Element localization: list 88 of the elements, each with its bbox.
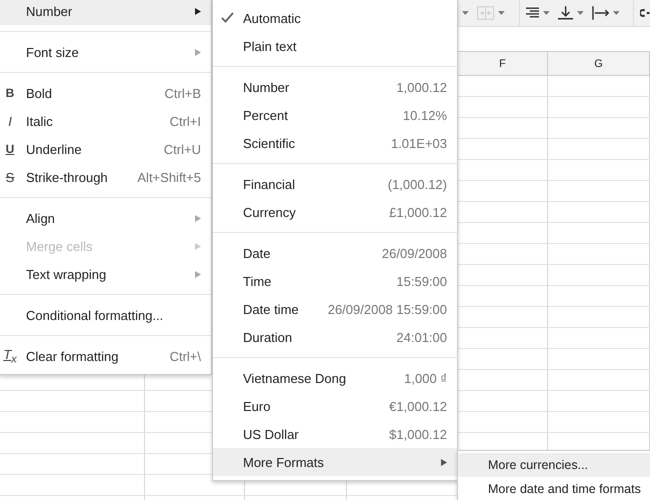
table-cell[interactable] (548, 265, 650, 286)
caret-icon[interactable] (576, 11, 584, 15)
table-cell[interactable] (0, 391, 145, 412)
menu-item[interactable]: Percent 10.12% (213, 101, 457, 129)
menu-item[interactable]: Font size (0, 38, 211, 66)
table-cell[interactable] (548, 181, 650, 202)
toolbar-icon[interactable] (640, 9, 650, 17)
shortcut-text: Ctrl+B (164, 86, 201, 100)
table-cell[interactable] (0, 412, 145, 433)
submenu-arrow-icon (195, 48, 201, 56)
table-cell[interactable] (548, 202, 650, 223)
table-cell[interactable] (548, 139, 650, 160)
table-cell[interactable] (548, 370, 650, 391)
format-example: 26/09/2008 (382, 246, 447, 260)
menu-item[interactable]: Date time 26/09/2008 15:59:00 (213, 295, 457, 323)
menu-item[interactable]: T$_{x}$ Clear formatting Ctrl+\ (0, 342, 211, 370)
format-example: €1,000.12 (389, 398, 447, 414)
table-cell[interactable] (548, 118, 650, 139)
shortcut-text: Ctrl+U (164, 142, 201, 156)
table-cell[interactable] (548, 286, 650, 307)
menu-item[interactable]: Vietnamese Dong 1,000 ₫ (213, 364, 457, 392)
caret-icon[interactable] (462, 11, 469, 15)
menu-item[interactable]: B Bold Ctrl+B (0, 79, 211, 107)
menu-item[interactable]: Number 1,000.12 (213, 73, 457, 101)
column-header[interactable]: G (548, 52, 650, 75)
menu-item[interactable]: Currency £1,000.12 (213, 198, 457, 226)
format-example: £1,000.12 (389, 204, 447, 220)
table-cell[interactable] (548, 391, 650, 412)
menu-item[interactable]: Financial (1,000.12) (213, 170, 457, 198)
menu-item[interactable]: More currencies... (458, 453, 650, 477)
menu-item[interactable]: Automatic (213, 4, 457, 32)
menu-item[interactable]: Text wrapping (0, 260, 211, 288)
table-cell[interactable] (548, 97, 650, 118)
menu-item[interactable]: Scientific 1.01E+03 (213, 129, 457, 157)
text-overflow-icon[interactable] (592, 6, 609, 20)
table-cell[interactable] (548, 328, 650, 349)
menu-item[interactable]: S Strike-through Alt+Shift+5 (0, 163, 211, 191)
shortcut-text: Alt+Shift+5 (137, 170, 201, 184)
menu-item[interactable]: Number (0, 0, 211, 25)
caret-icon[interactable] (542, 11, 550, 15)
menu-item[interactable]: More Formats (213, 448, 457, 476)
menu-item[interactable]: US Dollar $1,000.12 (213, 420, 457, 448)
submenu-arrow-icon (195, 242, 201, 250)
format-example: 1.01E+03 (390, 136, 447, 150)
clear-icon: T$_{x}$ (3, 346, 17, 366)
caret-icon[interactable] (498, 11, 505, 15)
format-example: 26/09/2008 15:59:00 (328, 302, 447, 316)
bold-icon: B (3, 86, 17, 100)
menu-item[interactable]: Euro €1,000.12 (213, 392, 457, 420)
table-cell[interactable] (548, 160, 650, 181)
table-cell[interactable] (548, 244, 650, 265)
format-example: 1,000.12 (396, 80, 447, 94)
format-example: (1,000.12) (388, 176, 447, 192)
format-example: 1,000 ₫ (404, 370, 447, 386)
menu-item[interactable]: Duration 24:01:00 (213, 323, 457, 351)
menu-item[interactable]: I Italic Ctrl+I (0, 107, 211, 135)
table-cell[interactable] (548, 412, 650, 433)
menu-item[interactable]: Date 26/09/2008 (213, 239, 457, 267)
table-cell[interactable] (548, 76, 650, 97)
table-cell[interactable] (0, 475, 145, 496)
table-cell[interactable] (548, 307, 650, 328)
merge-cells-icon[interactable] (476, 6, 494, 20)
table-cell[interactable] (548, 349, 650, 370)
format-example: 24:01:00 (396, 330, 447, 344)
submenu-arrow-icon (195, 214, 201, 222)
submenu-arrow-icon (441, 458, 447, 466)
format-example: 10.12% (402, 108, 447, 122)
format-example: $1,000.12 (389, 426, 447, 442)
menu-item[interactable]: Conditional formatting... (0, 301, 211, 329)
align-bottom-icon[interactable] (558, 6, 573, 20)
caret-icon[interactable] (612, 11, 620, 15)
submenu-arrow-icon (195, 8, 201, 14)
menu-item[interactable]: More date and time formats (458, 477, 650, 500)
submenu-arrow-icon (195, 270, 201, 278)
shortcut-text: Ctrl+I (170, 114, 201, 128)
menu-item[interactable]: Time 15:59:00 (213, 267, 457, 295)
table-cell[interactable] (0, 433, 145, 454)
menu-item[interactable]: U Underline Ctrl+U (0, 135, 211, 163)
menu-item[interactable]: Plain text (213, 32, 457, 60)
strike-icon: S (3, 170, 17, 184)
table-cell[interactable] (0, 454, 145, 475)
underline-icon: U (3, 142, 17, 156)
align-right-icon[interactable] (526, 7, 539, 19)
format-example: 15:59:00 (396, 274, 447, 288)
shortcut-text: Ctrl+\ (170, 348, 201, 364)
menu-item[interactable]: Align (0, 204, 211, 232)
italic-icon: I (3, 114, 17, 128)
table-cell[interactable] (548, 223, 650, 244)
